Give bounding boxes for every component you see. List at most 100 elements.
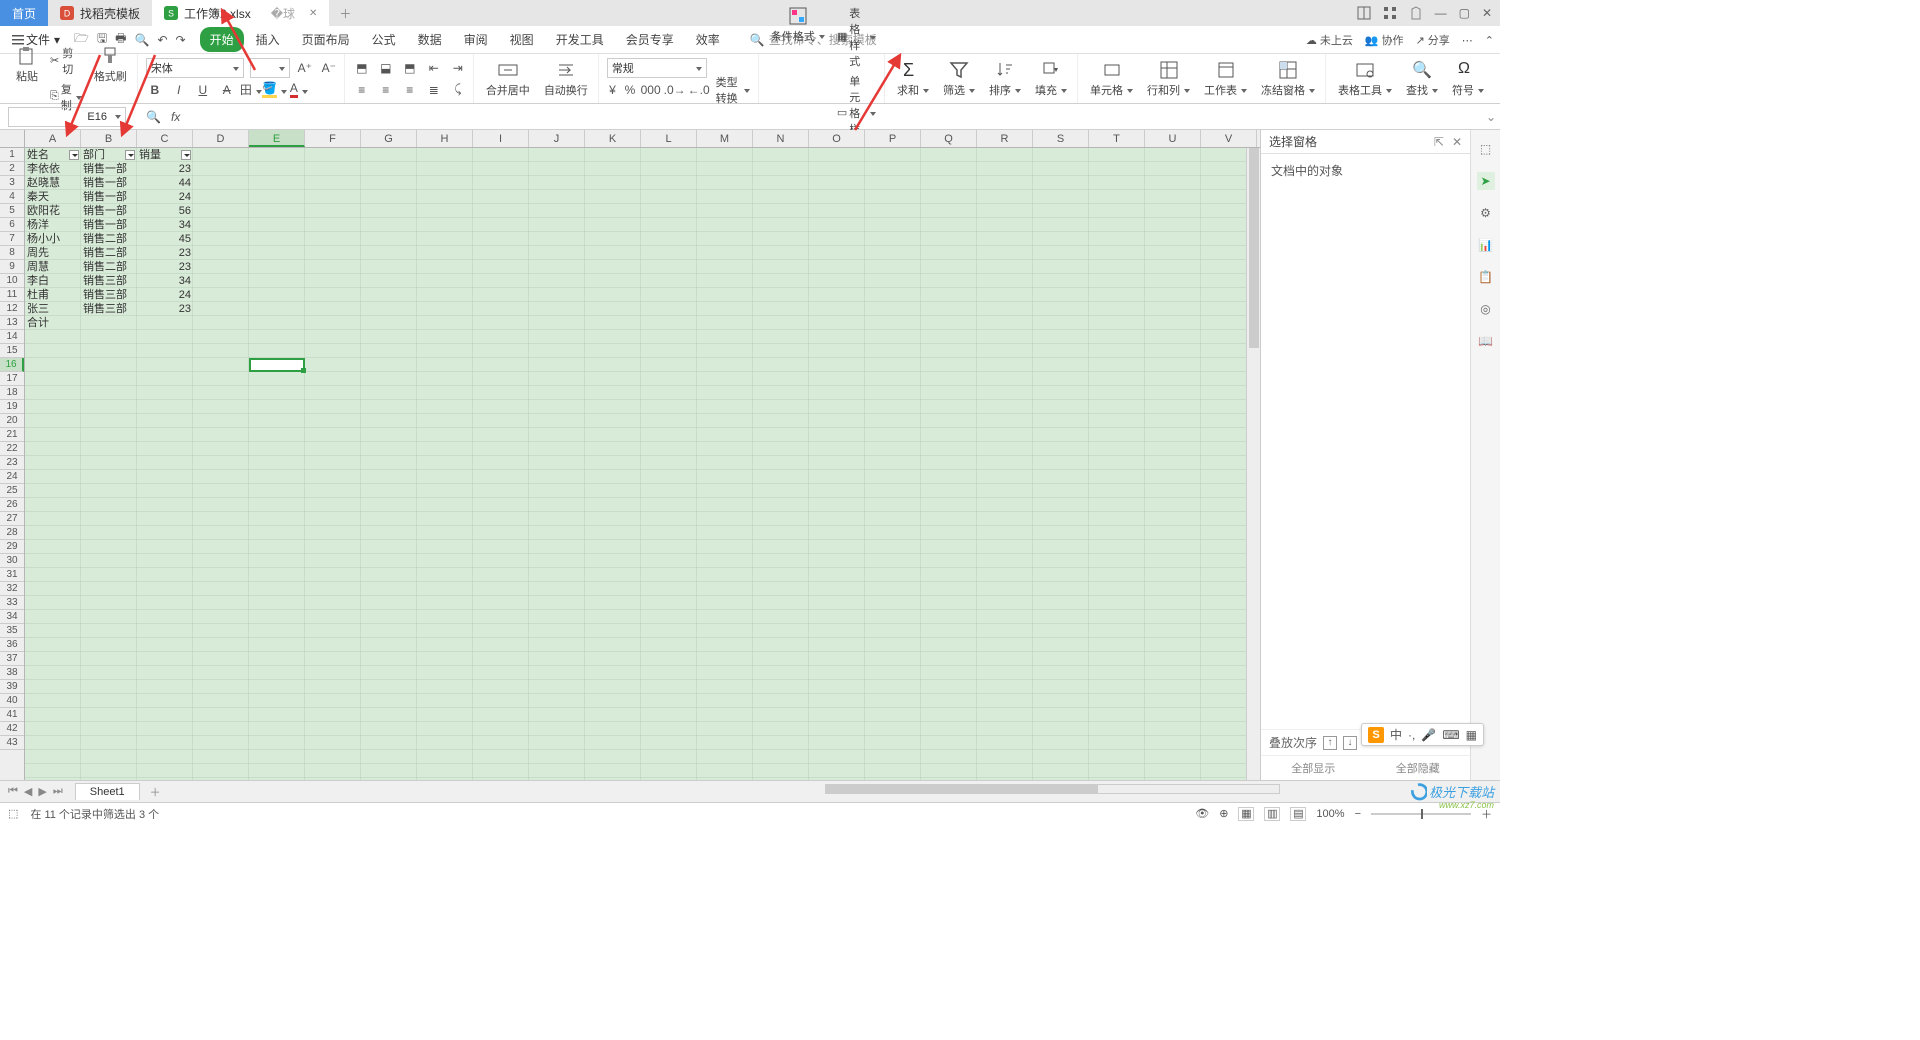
cell-A6[interactable]: 杨洋 (25, 218, 81, 232)
row-header-20[interactable]: 20 (0, 414, 24, 428)
row-header-43[interactable]: 43 (0, 736, 24, 750)
cell-C5[interactable]: 56 (137, 204, 193, 218)
cell-B12[interactable]: 销售三部 (81, 302, 137, 316)
pane-pin-icon[interactable]: ⇱ (1434, 135, 1444, 149)
show-all-button[interactable]: 全部显示 (1261, 756, 1366, 780)
view-pagebreak-icon[interactable]: ▥ (1264, 807, 1280, 821)
col-header-Q[interactable]: Q (921, 130, 977, 147)
cell-A9[interactable]: 周慧 (25, 260, 81, 274)
cell-C8[interactable]: 23 (137, 246, 193, 260)
cell-B7[interactable]: 销售二部 (81, 232, 137, 246)
tab-templates[interactable]: D 找稻壳模板 (48, 0, 152, 26)
italic-button[interactable]: I (170, 81, 188, 99)
row-header-39[interactable]: 39 (0, 680, 24, 694)
cell-A5[interactable]: 欧阳花 (25, 204, 81, 218)
layout-icon[interactable] (1357, 6, 1371, 20)
col-header-H[interactable]: H (417, 130, 473, 147)
tab-insert[interactable]: 插入 (246, 27, 290, 52)
cell-A12[interactable]: 张三 (25, 302, 81, 316)
row-header-3[interactable]: 3 (0, 176, 24, 190)
ime-bar[interactable]: S 中 ·, 🎤 ⌨ ▦ (1361, 723, 1484, 746)
cell-C12[interactable]: 23 (137, 302, 193, 316)
decrease-font-icon[interactable]: A⁻ (320, 59, 338, 77)
cell-A11[interactable]: 杜甫 (25, 288, 81, 302)
cell-C10[interactable]: 34 (137, 274, 193, 288)
row-header-8[interactable]: 8 (0, 246, 24, 260)
col-header-N[interactable]: N (753, 130, 809, 147)
row-header-1[interactable]: 1 (0, 148, 24, 162)
name-box[interactable]: E16 (8, 107, 126, 127)
undo-icon[interactable]: ↶ (157, 33, 167, 47)
type-convert-button[interactable]: 类型转换 (714, 73, 752, 107)
window-close-icon[interactable]: ✕ (1482, 6, 1492, 20)
col-header-U[interactable]: U (1145, 130, 1201, 147)
row-header-33[interactable]: 33 (0, 596, 24, 610)
col-header-V[interactable]: V (1201, 130, 1257, 147)
skin-icon[interactable] (1409, 6, 1423, 20)
row-header-12[interactable]: 12 (0, 302, 24, 316)
rowcol-button[interactable]: 行和列 (1143, 58, 1194, 100)
cell-B4[interactable]: 销售一部 (81, 190, 137, 204)
cell-C9[interactable]: 23 (137, 260, 193, 274)
row-header-4[interactable]: 4 (0, 190, 24, 204)
font-name-select[interactable]: 宋体 (146, 58, 244, 78)
row-header-11[interactable]: 11 (0, 288, 24, 302)
cell-A10[interactable]: 李白 (25, 274, 81, 288)
tab-eff[interactable]: 效率 (686, 27, 730, 52)
col-header-J[interactable]: J (529, 130, 585, 147)
spreadsheet-grid[interactable]: ABCDEFGHIJKLMNOPQRSTUV 12345678910111213… (0, 130, 1260, 780)
cell-C7[interactable]: 45 (137, 232, 193, 246)
row-header-7[interactable]: 7 (0, 232, 24, 246)
row-header-13[interactable]: 13 (0, 316, 24, 330)
currency-icon[interactable]: ¥ (607, 81, 618, 99)
cell-B5[interactable]: 销售一部 (81, 204, 137, 218)
increase-font-icon[interactable]: A⁺ (296, 59, 314, 77)
row-header-29[interactable]: 29 (0, 540, 24, 554)
coop-button[interactable]: 👥协作 (1365, 32, 1404, 48)
font-color-button[interactable]: A (290, 81, 308, 99)
sheet-first-icon[interactable]: ⏮ (6, 785, 20, 798)
row-header-38[interactable]: 38 (0, 666, 24, 680)
col-header-T[interactable]: T (1089, 130, 1145, 147)
align-center-icon[interactable]: ≡ (377, 81, 395, 99)
row-header-32[interactable]: 32 (0, 582, 24, 596)
row-header-2[interactable]: 2 (0, 162, 24, 176)
focus-icon[interactable]: ⊕ (1219, 807, 1228, 820)
sheet-tab-1[interactable]: Sheet1 (75, 783, 140, 800)
worksheet-button[interactable]: 工作表 (1200, 58, 1251, 100)
status-indicator-icon[interactable]: ⬚ (8, 807, 18, 820)
more-icon[interactable]: ⋯ (1462, 34, 1473, 47)
new-tab-button[interactable]: ＋ (329, 0, 361, 26)
cell-C1[interactable]: 销量 (137, 148, 193, 162)
format-painter-button[interactable]: 格式刷 (90, 44, 131, 114)
sheet-next-icon[interactable]: ▶ (36, 785, 48, 798)
cell-A3[interactable]: 赵晓慧 (25, 176, 81, 190)
preview-icon[interactable]: 🔍 (135, 33, 150, 47)
cell-A8[interactable]: 周先 (25, 246, 81, 260)
fill-color-button[interactable]: 🪣 (266, 81, 284, 99)
col-header-A[interactable]: A (25, 130, 81, 147)
col-header-E[interactable]: E (249, 130, 305, 147)
row-header-40[interactable]: 40 (0, 694, 24, 708)
cell-C11[interactable]: 24 (137, 288, 193, 302)
zoom-slider[interactable] (1371, 813, 1471, 815)
tab-menu-icon[interactable]: �球 (271, 5, 295, 22)
ime-keyboard-icon[interactable]: ⌨ (1442, 728, 1459, 742)
ime-mic-icon[interactable]: 🎤 (1421, 728, 1436, 742)
props-tool-icon[interactable]: ⚙ (1477, 204, 1495, 222)
underline-button[interactable]: U (194, 81, 212, 99)
row-header-31[interactable]: 31 (0, 568, 24, 582)
redo-icon[interactable]: ↷ (176, 33, 186, 47)
percent-icon[interactable]: % (624, 81, 635, 99)
view-normal-icon[interactable]: ▦ (1238, 807, 1254, 821)
zoom-label[interactable]: 100% (1316, 808, 1344, 820)
row-header-27[interactable]: 27 (0, 512, 24, 526)
cell-B6[interactable]: 销售一部 (81, 218, 137, 232)
cloud-status[interactable]: ☁未上云 (1306, 32, 1353, 48)
chart-tool-icon[interactable]: 📊 (1477, 236, 1495, 254)
col-header-L[interactable]: L (641, 130, 697, 147)
tab-home[interactable]: 首页 (0, 0, 48, 26)
sort-button[interactable]: 排序 (985, 58, 1025, 100)
comma-icon[interactable]: 000 (642, 81, 660, 99)
row-header-42[interactable]: 42 (0, 722, 24, 736)
